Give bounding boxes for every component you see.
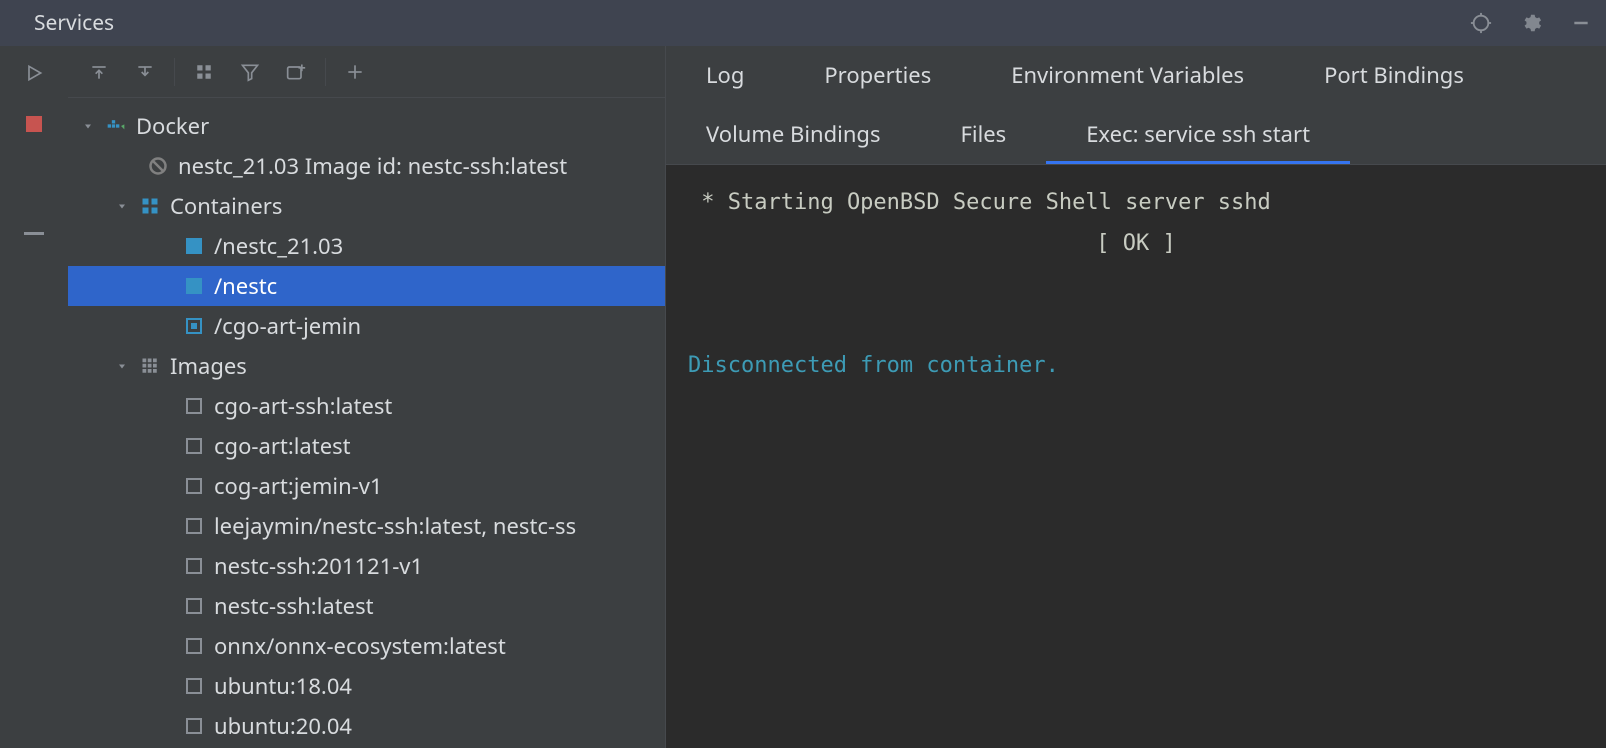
terminal-output[interactable]: * Starting OpenBSD Secure Shell server s… (666, 165, 1606, 748)
tab-properties[interactable]: Properties (784, 46, 971, 105)
tree-node-label: Containers (170, 191, 282, 221)
grid-icon (140, 196, 160, 216)
tree-node-label: nestc-ssh:latest (214, 591, 374, 621)
detail-pane: Log Properties Environment Variables Por… (666, 46, 1606, 748)
tree-node-label: /nestc_21.03 (214, 231, 343, 261)
gear-icon[interactable] (1520, 12, 1542, 34)
image-icon (184, 716, 204, 736)
tab-port-bindings[interactable]: Port Bindings (1284, 46, 1504, 105)
tree-node-container[interactable]: /nestc_21.03 (68, 226, 665, 266)
detail-tabs: Log Properties Environment Variables Por… (666, 46, 1606, 165)
tree-node-image[interactable]: onnx/onnx-ecosystem:latest (68, 626, 665, 666)
tree-node-label: cog-art:jemin-v1 (214, 471, 383, 501)
tree-node-label: Docker (136, 111, 209, 141)
tree-toolbar (68, 46, 665, 98)
add-icon[interactable] (332, 52, 378, 92)
expand-all-icon[interactable] (76, 52, 122, 92)
tree-node-image[interactable]: nestc-ssh:201121-v1 (68, 546, 665, 586)
tree-node-image[interactable]: cgo-art:latest (68, 426, 665, 466)
tree-node-image[interactable]: ubuntu:20.04 (68, 706, 665, 746)
tree-node-label: ubuntu:20.04 (214, 711, 352, 741)
image-icon (184, 676, 204, 696)
image-icon (184, 396, 204, 416)
container-stopped-icon (184, 316, 204, 336)
image-icon (184, 556, 204, 576)
tab-volume-bindings[interactable]: Volume Bindings (666, 105, 920, 164)
tree-node-images[interactable]: Images (68, 346, 665, 386)
collapse-all-icon[interactable] (122, 52, 168, 92)
tab-files[interactable]: Files (920, 105, 1046, 164)
filter-icon[interactable] (227, 52, 273, 92)
tree-node-label: nestc-ssh:201121-v1 (214, 551, 423, 581)
panel-title: Services (34, 9, 114, 37)
services-tree-pane: Docker nestc_21.03 Image id: nestc-ssh:l… (68, 46, 666, 748)
container-running-icon (184, 276, 204, 296)
cancel-circle-icon (148, 156, 168, 176)
tree-node-image[interactable]: cog-art:jemin-v1 (68, 466, 665, 506)
tree-node-deployment[interactable]: nestc_21.03 Image id: nestc-ssh:latest (68, 146, 665, 186)
image-icon (184, 516, 204, 536)
tree-node-label: onnx/onnx-ecosystem:latest (214, 631, 506, 661)
tree-node-label: cgo-art:latest (214, 431, 351, 461)
tree-node-label: Images (170, 351, 247, 381)
tree-node-label: /cgo-art-jemin (214, 311, 361, 341)
tree-node-docker[interactable]: Docker (68, 106, 665, 146)
play-icon[interactable] (21, 60, 47, 86)
stop-icon[interactable] (26, 116, 42, 132)
titlebar-actions (1470, 12, 1592, 34)
tree-node-container[interactable]: /nestc (68, 266, 665, 306)
titlebar: Services (0, 0, 1606, 46)
docker-icon (106, 116, 126, 136)
tree-node-image[interactable]: nestc-ssh:latest (68, 586, 665, 626)
chevron-down-icon[interactable] (114, 358, 130, 374)
tree-node-container[interactable]: /cgo-art-jemin (68, 306, 665, 346)
tree-node-image[interactable]: ubuntu:18.04 (68, 666, 665, 706)
new-tab-icon[interactable] (273, 52, 319, 92)
tab-env-vars[interactable]: Environment Variables (971, 46, 1284, 105)
tree-node-label: leejaymin/nestc-ssh:latest, nestc-ss (214, 511, 576, 541)
image-icon (184, 436, 204, 456)
group-by-icon[interactable] (181, 52, 227, 92)
tab-exec[interactable]: Exec: service ssh start (1046, 105, 1350, 164)
terminal-line-disconnected: Disconnected from container. (688, 353, 1059, 378)
tree-node-label: ubuntu:18.04 (214, 671, 352, 701)
minimize-icon[interactable] (1570, 12, 1592, 34)
image-icon (184, 636, 204, 656)
tree-node-image[interactable]: cgo-art-ssh:latest (68, 386, 665, 426)
target-icon[interactable] (1470, 12, 1492, 34)
grid-dots-icon (140, 356, 160, 376)
container-running-icon (184, 236, 204, 256)
tree-node-image[interactable]: leejaymin/nestc-ssh:latest, nestc-ss (68, 506, 665, 546)
chevron-down-icon[interactable] (80, 118, 96, 134)
hide-icon[interactable] (24, 232, 44, 235)
image-icon (184, 476, 204, 496)
tab-log[interactable]: Log (666, 46, 784, 105)
tree-node-containers[interactable]: Containers (68, 186, 665, 226)
terminal-line-ok: [ OK ] (688, 224, 1584, 265)
tree-node-label: cgo-art-ssh:latest (214, 391, 392, 421)
terminal-line: * Starting OpenBSD Secure Shell server s… (688, 190, 1271, 215)
tree-node-label: nestc_21.03 Image id: nestc-ssh:latest (178, 151, 567, 181)
chevron-down-icon[interactable] (114, 198, 130, 214)
run-gutter (0, 46, 68, 748)
services-tree[interactable]: Docker nestc_21.03 Image id: nestc-ssh:l… (68, 98, 665, 748)
tree-node-label: /nestc (214, 271, 277, 301)
image-icon (184, 596, 204, 616)
